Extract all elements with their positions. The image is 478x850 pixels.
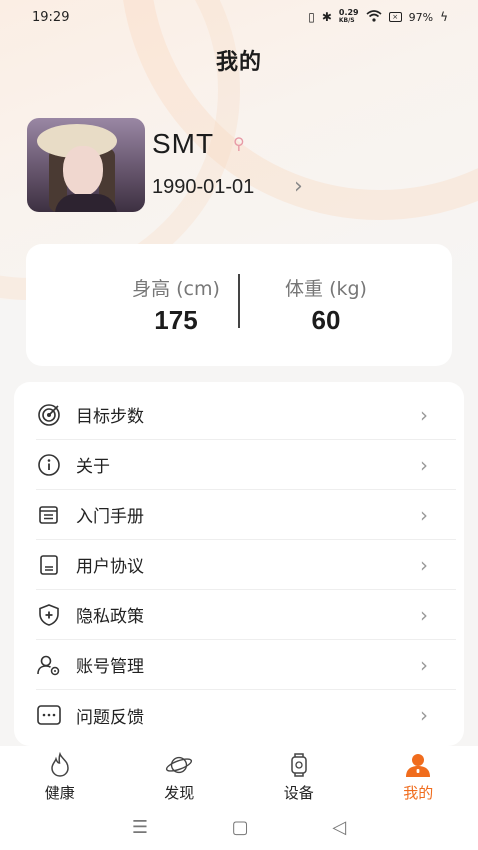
watch-icon (285, 752, 313, 778)
tab-label: 设备 (283, 784, 314, 802)
tab-label: 发现 (164, 784, 195, 802)
birthday[interactable]: 1990-01-01 (152, 176, 254, 199)
person-icon (404, 752, 432, 778)
feedback-icon (36, 702, 62, 728)
menu-item-label: 目标步数 (76, 407, 144, 427)
menu-item-label: 入门手册 (76, 507, 144, 527)
tab-discover[interactable]: 发现 (120, 746, 240, 804)
status-time: 19:29 (32, 9, 70, 25)
menu-item-label: 隐私政策 (76, 607, 144, 627)
wifi-icon (366, 9, 382, 25)
menu-item-label: 账号管理 (76, 657, 144, 677)
female-symbol-icon: ⚲ (233, 134, 245, 153)
menu-item-target-steps[interactable]: 目标步数 › (36, 390, 456, 440)
menu-item-feedback[interactable]: 问题反馈 › (36, 690, 456, 740)
menu-item-manual[interactable]: 入门手册 › (36, 490, 456, 540)
network-speed: 0.29 KB/S (338, 8, 359, 25)
menu-item-about[interactable]: 关于 › (36, 440, 456, 490)
tab-mine[interactable]: 我的 (359, 746, 478, 804)
weight-value: 60 (311, 305, 341, 335)
bottom-tab-bar: 健康 发现 设备 我的 (0, 746, 478, 804)
menu-item-label: 用户协议 (76, 557, 144, 577)
tab-health[interactable]: 健康 (0, 746, 120, 804)
tab-device[interactable]: 设备 (239, 746, 359, 804)
menu-item-label: 问题反馈 (76, 707, 144, 728)
tab-label: 健康 (44, 784, 75, 802)
chevron-right-icon: › (420, 602, 428, 627)
home-nav-icon[interactable]: ▢ (232, 817, 249, 838)
target-icon (36, 402, 62, 428)
status-icons: ▯ ✱ 0.29 KB/S × 97% ϟ (308, 9, 448, 25)
status-bar: 19:29 ▯ ✱ 0.29 KB/S × 97% ϟ (0, 0, 478, 34)
account-settings-icon (36, 652, 62, 678)
menu-item-label: 关于 (76, 457, 110, 477)
chevron-right-icon: › (420, 402, 428, 427)
shield-plus-icon (36, 602, 62, 628)
manual-icon (36, 502, 62, 528)
flame-icon (46, 752, 74, 778)
weight-stat[interactable]: 体重 (kg) 60 (236, 274, 416, 336)
settings-menu: 目标步数 › 关于 › 入门手册 › 用户协议 › 隐私政策 › 账号管理 › (14, 382, 464, 746)
avatar[interactable] (27, 118, 145, 212)
chevron-right-icon: › (420, 502, 428, 527)
menu-item-account-management[interactable]: 账号管理 › (36, 640, 456, 690)
chevron-right-icon: › (420, 703, 428, 727)
chevron-right-icon: › (420, 552, 428, 577)
page-title: 我的 (215, 50, 262, 75)
battery-level: 97% (408, 10, 434, 24)
menu-item-user-agreement[interactable]: 用户协议 › (36, 540, 456, 590)
vibrate-icon: ▯ (308, 10, 315, 24)
bluetooth-icon: ✱ (321, 10, 332, 24)
chevron-right-icon: › (420, 652, 428, 677)
user-name[interactable]: SMT (152, 128, 214, 160)
menu-item-privacy-policy[interactable]: 隐私政策 › (36, 590, 456, 640)
chevron-right-icon[interactable]: › (294, 174, 303, 199)
tab-label: 我的 (403, 784, 434, 802)
body-stats-card: 身高 (cm) 175 体重 (kg) 60 (26, 244, 452, 366)
chevron-right-icon: › (420, 452, 428, 477)
system-navigation-bar: ☰ ▢ ◁ (0, 804, 478, 850)
planet-icon (165, 752, 193, 778)
menu-nav-icon[interactable]: ☰ (132, 817, 148, 838)
charging-icon: ϟ (440, 10, 448, 24)
info-icon (36, 452, 62, 478)
agreement-icon (36, 552, 62, 578)
weight-label: 体重 (kg) (285, 278, 367, 300)
sim-icon: × (388, 12, 402, 22)
back-nav-icon[interactable]: ◁ (332, 817, 346, 838)
